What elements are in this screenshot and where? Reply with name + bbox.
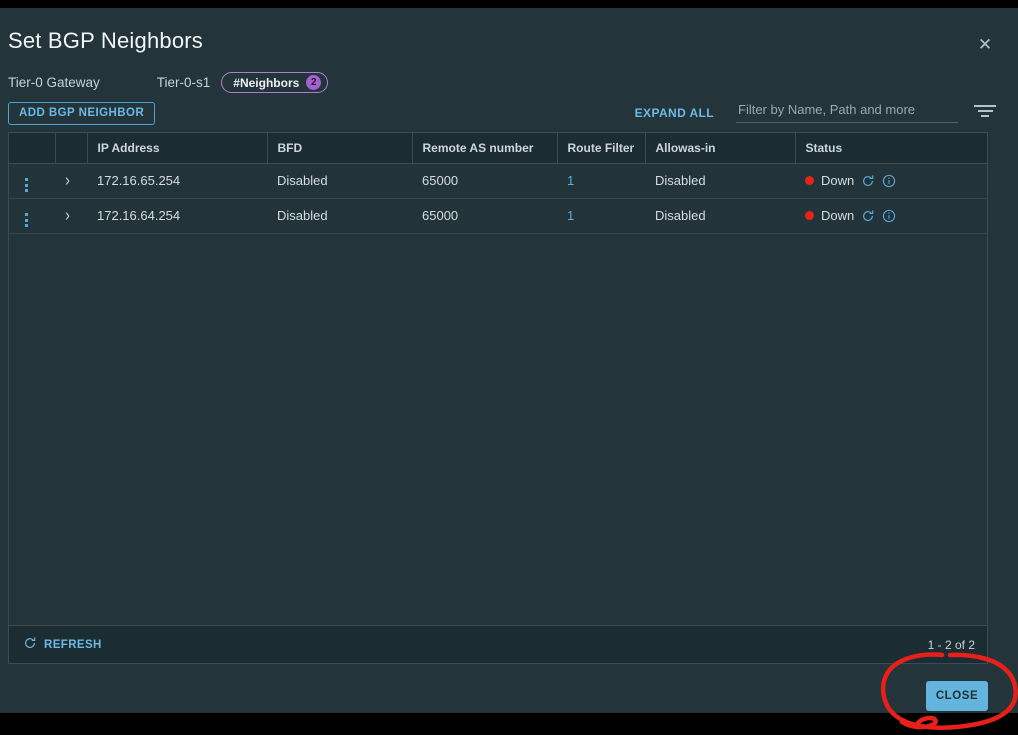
filter-field-wrapper: [736, 100, 958, 123]
info-circle-icon[interactable]: [882, 174, 896, 188]
refresh-icon: [23, 636, 37, 653]
refresh-icon[interactable]: [861, 209, 875, 223]
column-header-actions: [9, 133, 55, 164]
status-label: Down: [821, 173, 855, 188]
breadcrumb-gateway-label: Tier-0 Gateway: [8, 75, 100, 90]
refresh-icon[interactable]: [861, 174, 875, 188]
close-x-icon[interactable]: ✕: [974, 34, 996, 56]
cell-status: Down: [795, 198, 987, 234]
cell-allowas-in: Disabled: [645, 163, 795, 199]
neighbors-badge-label: #Neighbors: [233, 75, 300, 90]
kebab-menu-icon[interactable]: [19, 213, 28, 227]
column-header-ip-address[interactable]: IP Address: [86, 133, 267, 164]
column-header-remote-as-number[interactable]: Remote AS number: [411, 133, 557, 164]
chevron-right-icon[interactable]: ›: [65, 206, 70, 226]
cell-ip-address: 172.16.65.254: [87, 163, 267, 199]
kebab-menu-icon[interactable]: [19, 178, 28, 192]
table-row[interactable]: › 172.16.64.254 Disabled 65000 1 Disable…: [9, 198, 987, 234]
page-title: Set BGP Neighbors: [8, 28, 203, 53]
funnel-icon[interactable]: [974, 105, 996, 121]
column-header-allowas-in[interactable]: Allowas-in: [644, 133, 795, 164]
expand-all-button[interactable]: EXPAND ALL: [635, 106, 714, 120]
cell-status: Down: [795, 163, 987, 199]
screen-root: Set BGP Neighbors ✕ Tier-0 Gateway Tier-…: [0, 0, 1018, 730]
bgp-neighbors-table: IP Address BFD Remote AS number Route Fi…: [8, 132, 988, 664]
column-header-route-filter[interactable]: Route Filter: [556, 133, 645, 164]
neighbors-badge: #Neighbors 2: [221, 72, 329, 93]
funnel-bar-1: [974, 105, 996, 107]
route-filter-link[interactable]: 1: [567, 173, 574, 188]
cell-bfd: Disabled: [267, 198, 412, 234]
table-footer: REFRESH 1 - 2 of 2: [9, 625, 987, 663]
column-header-expand: [54, 133, 87, 164]
funnel-bar-2: [977, 110, 993, 112]
funnel-bar-3: [981, 115, 989, 117]
status-badge: [805, 211, 814, 220]
cell-allowas-in: Disabled: [645, 198, 795, 234]
neighbors-badge-count: 2: [306, 75, 322, 90]
refresh-label: REFRESH: [44, 638, 102, 651]
column-header-bfd[interactable]: BFD: [266, 133, 412, 164]
row-actions-cell: [9, 163, 55, 199]
table-body: › 172.16.65.254 Disabled 65000 1 Disable…: [9, 163, 987, 234]
table: IP Address BFD Remote AS number Route Fi…: [9, 133, 987, 234]
cell-route-filter: 1: [557, 163, 645, 199]
close-button[interactable]: CLOSE: [926, 681, 988, 711]
add-bgp-neighbor-button[interactable]: ADD BGP NEIGHBOR: [8, 102, 156, 125]
status-badge: [805, 176, 814, 185]
row-expand-cell: ›: [55, 198, 87, 234]
row-expand-cell: ›: [55, 163, 87, 199]
table-row[interactable]: › 172.16.65.254 Disabled 65000 1 Disable…: [9, 163, 987, 199]
breadcrumb: Tier-0 Gateway Tier-0-s1 #Neighbors 2: [8, 72, 329, 93]
search-input[interactable]: [736, 100, 958, 123]
cell-ip-address: 172.16.64.254: [87, 198, 267, 234]
chevron-right-icon[interactable]: ›: [65, 171, 70, 191]
breadcrumb-gateway-name: Tier-0-s1: [156, 75, 211, 90]
cell-bfd: Disabled: [267, 163, 412, 199]
set-bgp-neighbors-dialog: Set BGP Neighbors ✕ Tier-0 Gateway Tier-…: [0, 8, 1018, 730]
cell-remote-as-number: 65000: [412, 163, 557, 199]
status-label: Down: [821, 208, 855, 223]
refresh-button[interactable]: REFRESH: [23, 636, 102, 653]
cell-route-filter: 1: [557, 198, 645, 234]
row-actions-cell: [9, 198, 55, 234]
route-filter-link[interactable]: 1: [567, 208, 574, 223]
info-circle-icon[interactable]: [882, 209, 896, 223]
cell-remote-as-number: 65000: [412, 198, 557, 234]
column-header-status[interactable]: Status: [794, 133, 987, 164]
table-header-row: IP Address BFD Remote AS number Route Fi…: [9, 133, 987, 164]
pagination-label: 1 - 2 of 2: [927, 637, 975, 652]
table-empty-area: [9, 233, 987, 625]
